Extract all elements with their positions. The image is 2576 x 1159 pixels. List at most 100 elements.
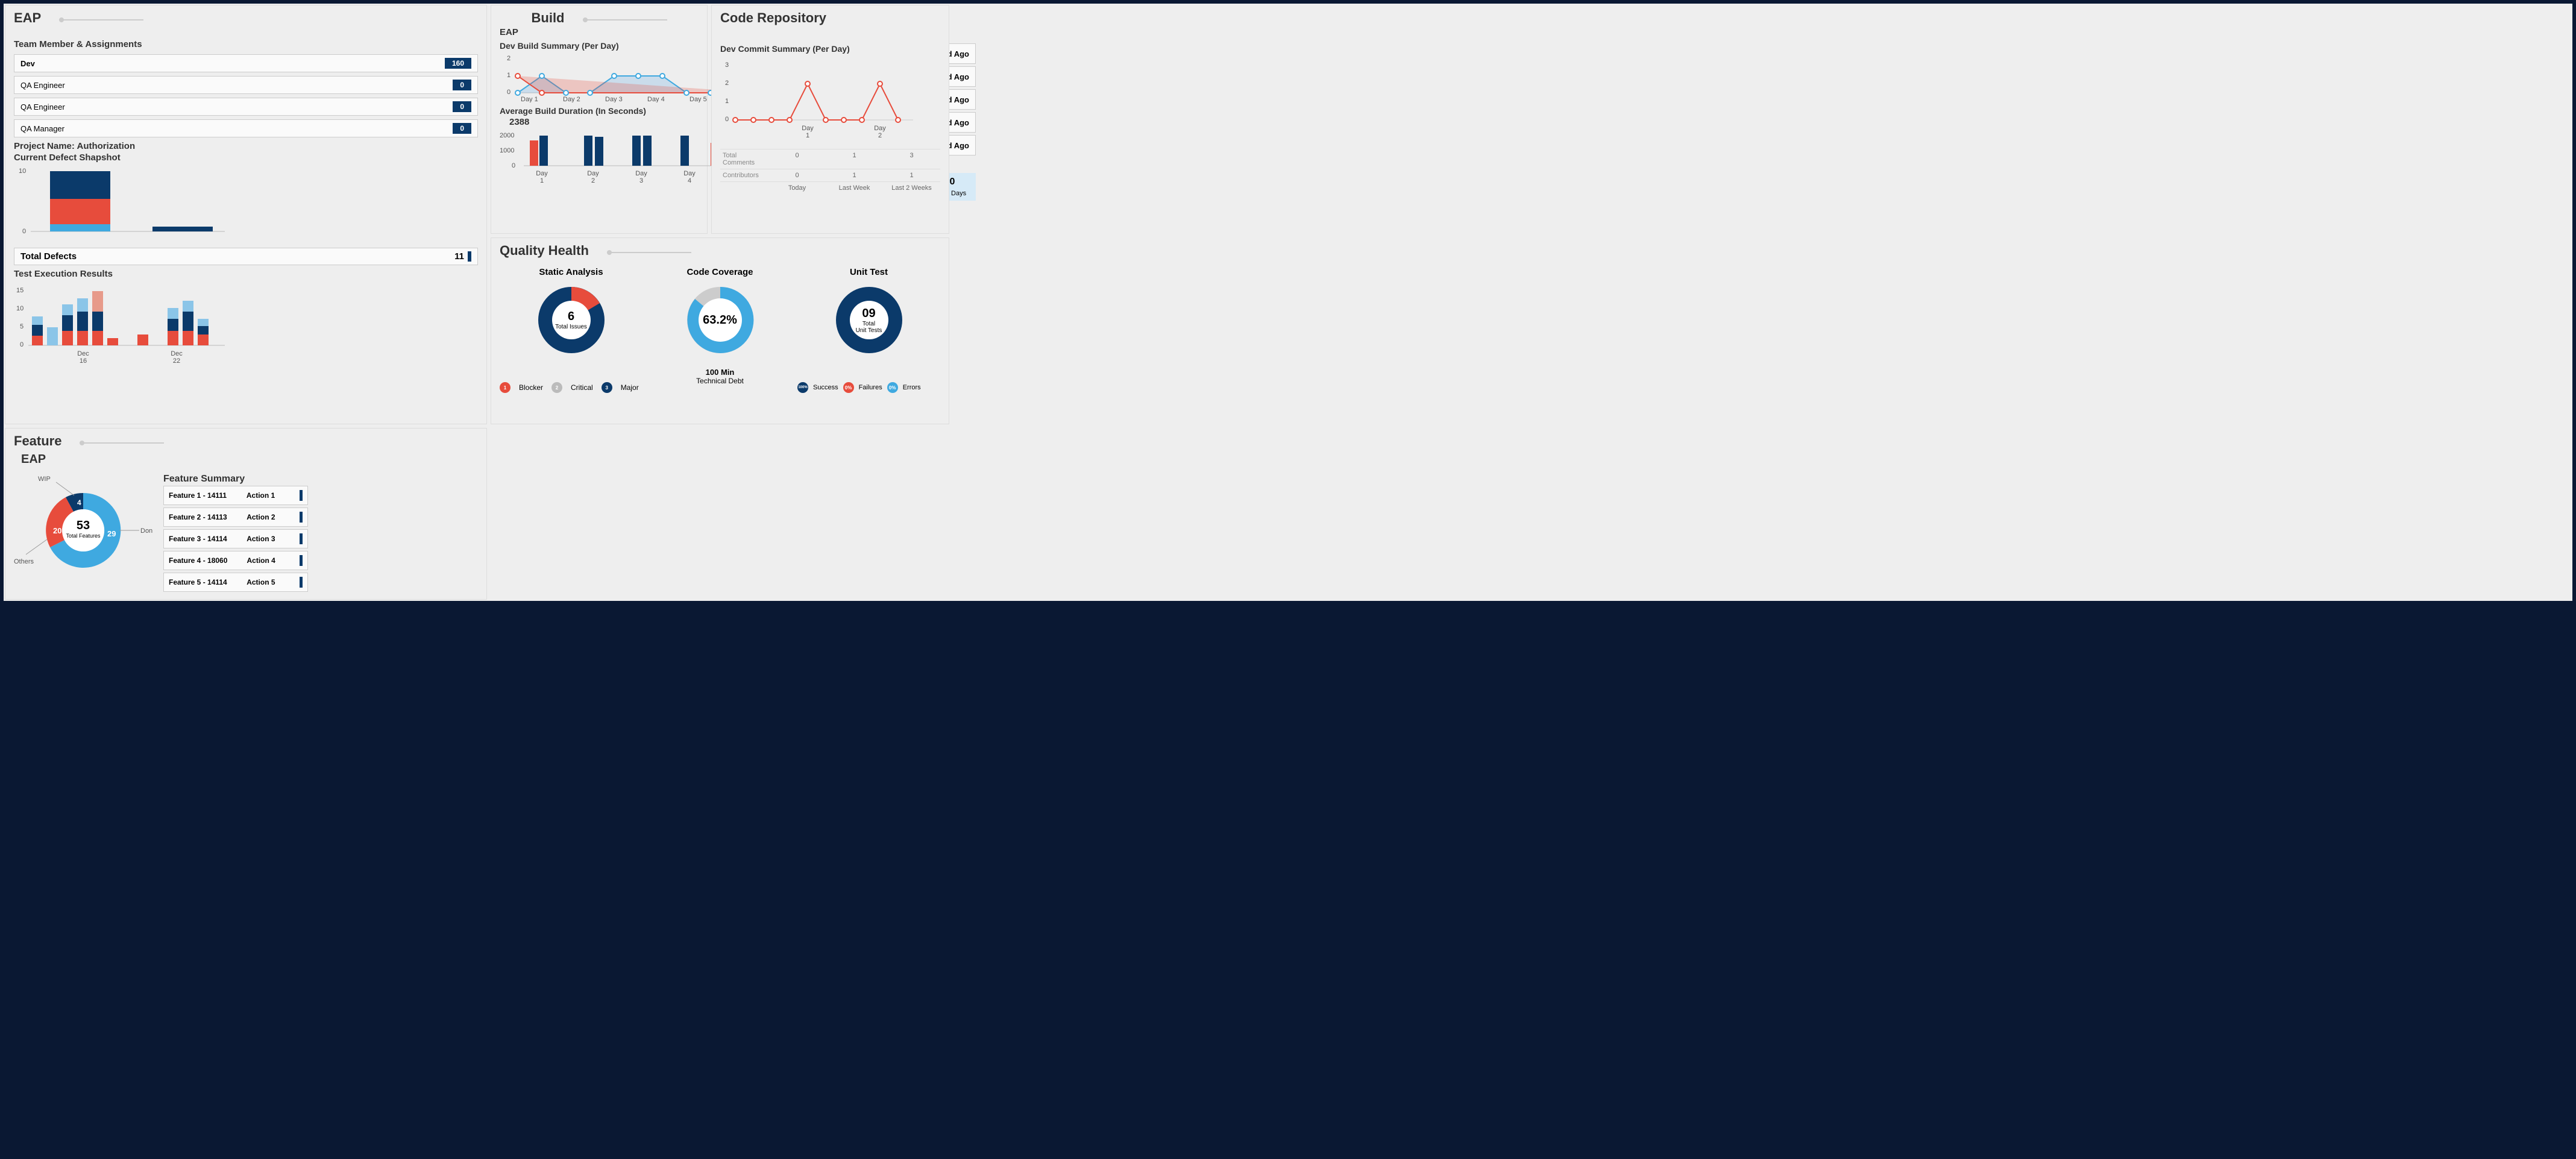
svg-text:0: 0 (725, 116, 729, 123)
svg-text:2: 2 (725, 80, 729, 87)
commit-chart: 3210 Day1Day2 (720, 55, 940, 145)
team-row[interactable]: QA Manager0 (14, 119, 478, 137)
unit-donut: 09Total Unit Tests (830, 281, 908, 359)
slider-icon (583, 17, 667, 22)
svg-text:2: 2 (878, 132, 882, 139)
svg-text:2: 2 (507, 55, 510, 62)
feature-summary-title: Feature Summary (163, 474, 308, 485)
svg-text:Dec: Dec (77, 350, 89, 357)
test-exec-title: Test Execution Results (14, 269, 478, 279)
feature-donut: 53 Total Features 4 29 20 WIP Done Other… (14, 470, 159, 594)
dot-icon: 0% (887, 382, 898, 393)
svg-text:1: 1 (540, 177, 544, 184)
dot-icon: 2 (551, 382, 562, 393)
feature-row[interactable]: Feature 1 - 14111Action 1 (163, 486, 308, 505)
svg-text:0: 0 (22, 228, 26, 235)
team-row[interactable]: Dev160 (14, 54, 478, 72)
svg-text:5: 5 (20, 323, 24, 330)
feature-row[interactable]: Feature 5 - 14114Action 5 (163, 573, 308, 592)
unit-legend: 100%Success 0%Failures 0%Errors (797, 382, 940, 393)
repo-panel: Code Repository Dev Commit Summary (Per … (711, 5, 949, 234)
svg-text:22: 22 (173, 357, 180, 365)
svg-text:Day 1: Day 1 (521, 96, 538, 102)
static-donut: 6Total Issues (532, 281, 611, 359)
total-defects-row: Total Defects 11 (14, 248, 478, 265)
svg-text:1: 1 (725, 98, 729, 105)
project-name: Project Name: Authorization (14, 141, 478, 151)
repo-title: Code Repository (720, 10, 826, 26)
feature-eap: EAP (21, 453, 478, 466)
feature-panel: Feature EAP 53 Total Features 4 29 20 (5, 428, 487, 600)
svg-text:1000: 1000 (500, 147, 514, 154)
svg-text:Day: Day (683, 170, 696, 177)
unit-test: Unit Test 09Total Unit Tests 100%Success… (797, 267, 940, 393)
dot-icon: 0% (843, 382, 854, 393)
svg-text:1: 1 (507, 72, 510, 79)
svg-text:WIP: WIP (38, 476, 51, 483)
svg-text:0: 0 (512, 162, 515, 169)
svg-text:2: 2 (591, 177, 595, 184)
static-analysis: Static Analysis 6Total Issues 1Blocker 2… (500, 267, 642, 393)
feature-row[interactable]: Feature 2 - 14113Action 2 (163, 507, 308, 527)
repo-sub: Dev Commit Summary (Per Day) (720, 44, 940, 54)
svg-text:53: 53 (77, 519, 90, 532)
svg-text:1: 1 (806, 132, 809, 139)
dot-icon: 1 (500, 382, 510, 393)
coverage-donut: 63.2% (681, 281, 759, 359)
defect-snapshot-title: Current Defect Shapshot (14, 152, 478, 163)
svg-text:Day: Day (802, 125, 814, 132)
feature-row[interactable]: Feature 3 - 14114Action 3 (163, 529, 308, 548)
team-row[interactable]: QA Engineer0 (14, 98, 478, 116)
repo-stats-table: Total Comments013 Contributors011 TodayL… (720, 149, 940, 194)
svg-text:Done: Done (140, 527, 152, 535)
dot-icon: 100% (797, 382, 808, 393)
svg-text:Day 5: Day 5 (690, 96, 707, 102)
svg-text:4: 4 (688, 177, 691, 184)
svg-text:10: 10 (19, 168, 26, 175)
bar-icon (300, 490, 303, 501)
feature-title: Feature (14, 433, 61, 449)
team-row[interactable]: QA Engineer0 (14, 76, 478, 94)
build-panel: Build EAP Dev Build Summary (Per Day) 2 … (491, 5, 708, 234)
bar-icon (300, 512, 303, 523)
svg-text:2000: 2000 (500, 132, 514, 139)
test-exec-chart: 151050 Dec16Dec22 (14, 280, 478, 368)
static-legend: 1Blocker 2Critical 3Major (500, 382, 642, 393)
svg-text:Day: Day (536, 170, 548, 177)
svg-text:Day: Day (587, 170, 599, 177)
svg-text:15: 15 (16, 287, 24, 294)
eap-title: EAP (14, 10, 41, 26)
team-title: Team Member & Assignments (14, 39, 478, 49)
bar-icon (300, 533, 303, 544)
svg-text:Day 2: Day 2 (563, 96, 580, 102)
slider-icon (607, 250, 691, 255)
qh-title: Quality Health (500, 243, 589, 259)
feature-row[interactable]: Feature 4 - 18060Action 4 (163, 551, 308, 570)
bar-icon (468, 251, 471, 262)
svg-text:0: 0 (507, 89, 510, 96)
slider-icon (80, 441, 164, 445)
defect-snapshot-chart: 10 0 (14, 164, 478, 245)
svg-text:20: 20 (53, 526, 61, 535)
bar-icon (300, 555, 303, 566)
svg-text:Dec: Dec (171, 350, 183, 357)
svg-text:0: 0 (20, 341, 24, 348)
svg-text:16: 16 (80, 357, 87, 365)
svg-text:29: 29 (107, 529, 116, 538)
svg-text:Total Features: Total Features (66, 533, 101, 539)
svg-text:Day: Day (635, 170, 647, 177)
bar-icon (300, 577, 303, 588)
svg-text:Day 4: Day 4 (647, 96, 665, 102)
dot-icon: 3 (602, 382, 612, 393)
svg-text:10: 10 (16, 305, 24, 312)
svg-text:3: 3 (639, 177, 643, 184)
slider-icon (59, 17, 143, 22)
svg-text:3: 3 (725, 61, 729, 69)
svg-text:4: 4 (77, 498, 81, 507)
svg-text:Others: Others (14, 558, 34, 565)
code-coverage: Code Coverage 63.2% 100 Min Technical De… (649, 267, 791, 393)
quality-health-panel: Quality Health Static Analysis 6Total Is… (491, 237, 949, 424)
eap-panel: EAP Team Member & Assignments Dev160 QA … (5, 5, 487, 424)
svg-text:Day: Day (874, 125, 886, 132)
build-title: Build (532, 10, 565, 26)
